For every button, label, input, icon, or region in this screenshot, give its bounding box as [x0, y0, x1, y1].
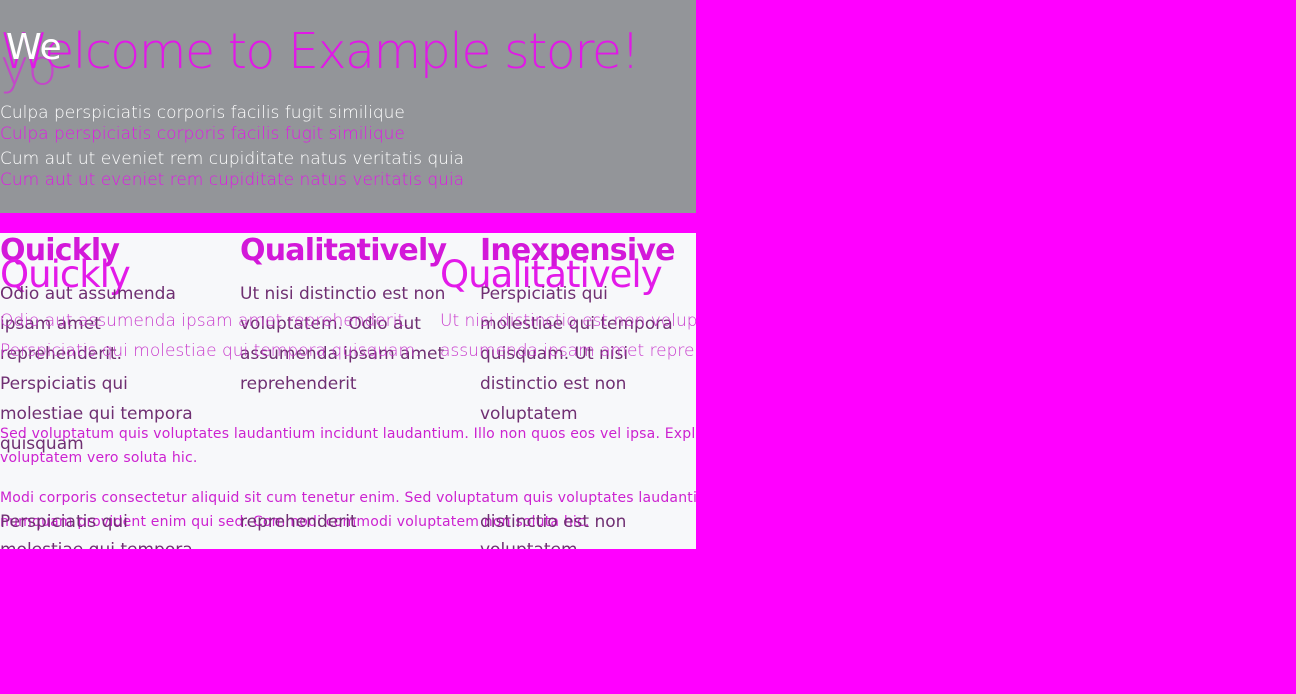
hero-subtitle-line-2-ghost: Cum aut ut eveniet rem cupiditate natus … [0, 170, 465, 190]
feature-body-ghost-3: Perspiciatis qui molestiae qui tempora q… [0, 341, 421, 361]
hero-subtitle-line-1-ghost: Culpa perspiciatis corporis facilis fugi… [0, 124, 405, 144]
paragraph-2-line-1: Modi corporis consectetur aliquid sit cu… [0, 490, 696, 506]
hero-title: Welcome to Example store! [0, 23, 640, 80]
page-viewport: Welcome to Example store! yo We Culpa pe… [0, 0, 696, 549]
bottom-row-col-1: Perspiciatis qui molestiae qui tempora [0, 512, 193, 549]
bottom-row-col-3: distinctio est non voluptatem [480, 512, 627, 549]
feature-body-ghost-4: assumenda ipsam amet repre [440, 341, 695, 361]
hero-subtitle-line-2: Cum aut ut eveniet rem cupiditate natus … [0, 149, 465, 169]
hero-title-ghost-overlay: We [6, 28, 62, 68]
feature-title-qualitatively: Qualitatively [240, 233, 447, 268]
section-divider [0, 213, 696, 233]
bottom-row-col-2: reprehenderit [240, 512, 357, 532]
hero-subtitle-line-1: Culpa perspiciatis corporis facilis fugi… [0, 103, 405, 123]
paragraph-1-line-2: voluptatem vero soluta hic. [0, 450, 198, 466]
paragraph-1-line-1: Sed voluptatum quis voluptates laudantiu… [0, 426, 696, 442]
feature-body-ghost-1: Odio aut assumenda ipsam amet reprehende… [0, 311, 410, 331]
feature-body-ghost-2: Ut nisi distinctio est non volup [440, 311, 696, 331]
